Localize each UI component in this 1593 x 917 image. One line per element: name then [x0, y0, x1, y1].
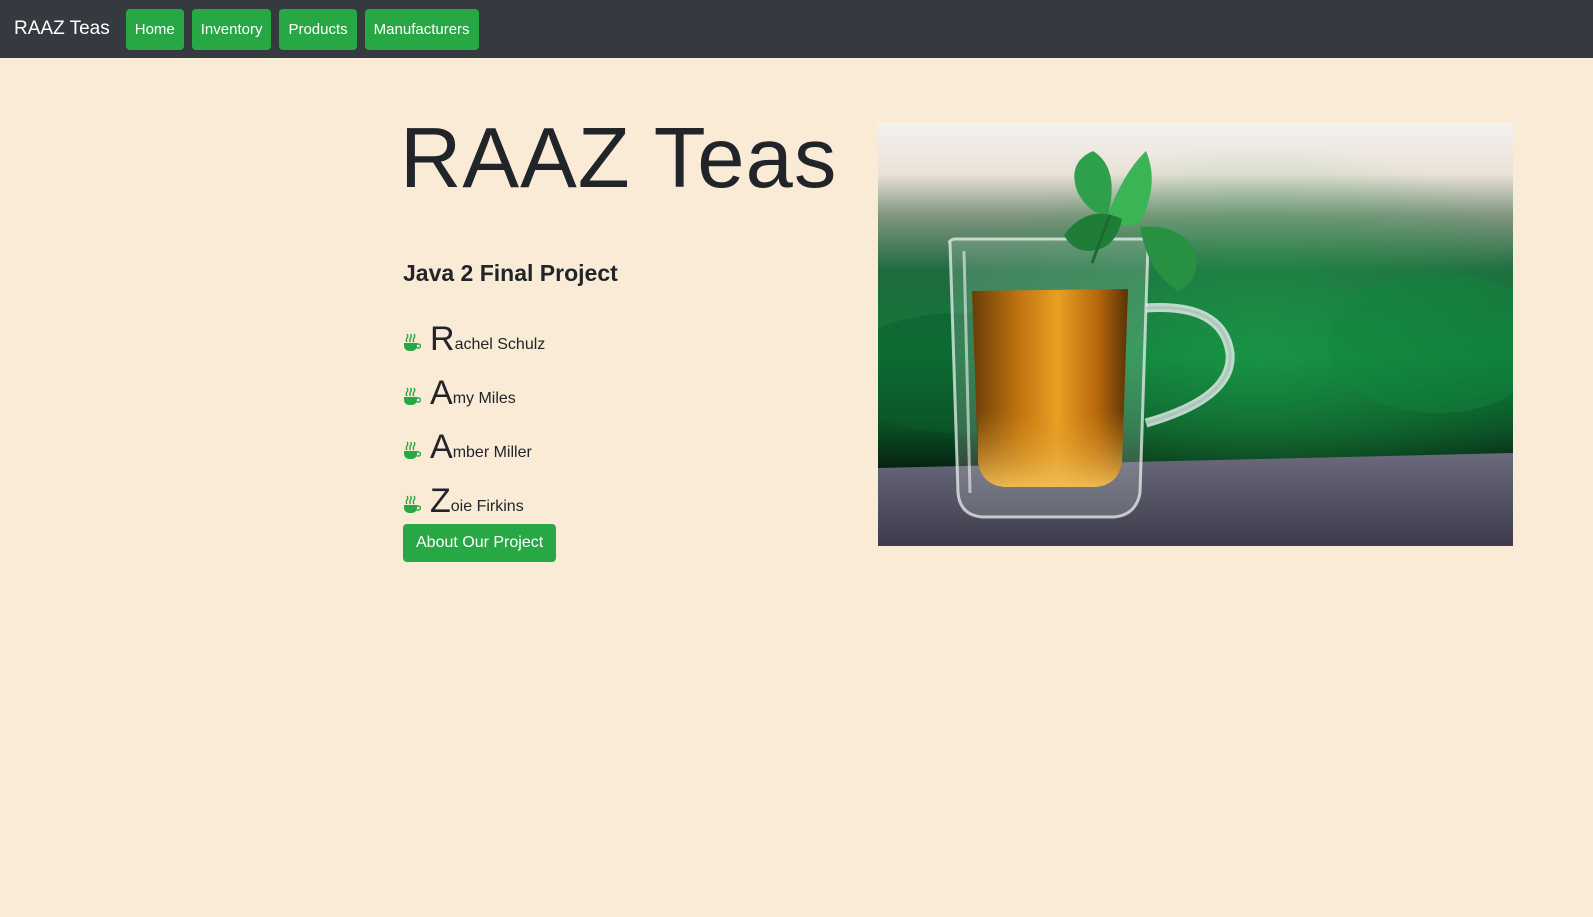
tea-cup-photo	[878, 123, 1513, 546]
team-member-item: Rachel Schulz	[403, 302, 545, 356]
nav-inventory-button[interactable]: Inventory	[191, 8, 272, 50]
nav-manufacturers-button[interactable]: Manufacturers	[364, 8, 479, 50]
tea-cup-photo-graphic	[878, 123, 1513, 546]
team-member-item: Amy Miles	[403, 356, 545, 410]
member-initial: A	[430, 428, 453, 466]
member-initial: R	[430, 320, 455, 358]
tea-cup-icon	[404, 333, 421, 351]
hero-title: RAAZ Teas	[400, 111, 838, 206]
tea-cup-icon	[404, 387, 421, 405]
navbar-brand[interactable]: RAAZ Teas	[14, 18, 110, 40]
member-name-rest: my Miles	[452, 390, 516, 407]
about-project-button[interactable]: About Our Project	[403, 524, 557, 562]
tea-cup-icon	[404, 441, 421, 459]
member-initial: Z	[430, 482, 451, 520]
nav-products-button[interactable]: Products	[279, 8, 357, 50]
team-member-item: Zoie Firkins	[403, 464, 545, 518]
member-initial: A	[430, 374, 453, 412]
main-content: RAAZ Teas Java 2 Final Project Rachel Sc…	[0, 58, 1593, 917]
nav-home-button[interactable]: Home	[125, 8, 184, 50]
member-name-rest: oie Firkins	[450, 498, 524, 515]
member-name-rest: achel Schulz	[454, 336, 546, 353]
top-navbar: RAAZ Teas Home Inventory Products Manufa…	[0, 0, 1593, 58]
team-member-item: Amber Miller	[403, 410, 545, 464]
project-subtitle: Java 2 Final Project	[403, 260, 618, 286]
member-name-rest: mber Miller	[452, 444, 532, 461]
team-member-list: Rachel Schulz Amy Miles Amber Miller Z o…	[403, 302, 545, 518]
tea-cup-icon	[404, 495, 421, 513]
